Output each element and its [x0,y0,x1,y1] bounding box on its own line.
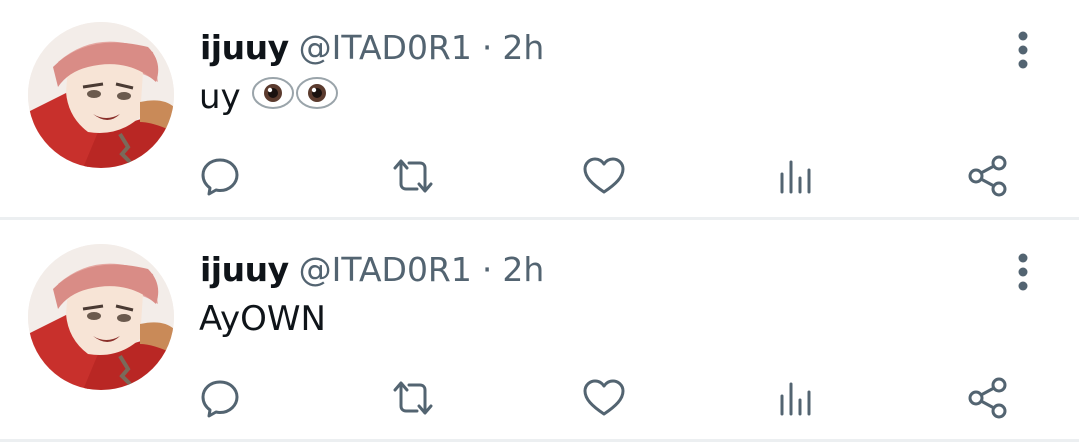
reply-icon[interactable] [196,152,244,200]
share-icon[interactable] [964,374,1012,422]
tweet-header: ijuuy @ITAD0R1 · 2h [200,248,544,292]
tweet-feed: ijuuy @ITAD0R1 · 2h uy ijuuy @ITAD0R1 · … [0,0,1079,445]
like-icon[interactable] [580,374,628,422]
timestamp[interactable]: 2h [502,26,544,70]
tweet-actions [0,152,1079,200]
tweet-text-content: uy [199,77,241,117]
display-name[interactable]: ijuuy [200,26,289,70]
tweet-actions [0,374,1079,422]
avatar[interactable] [28,22,174,168]
share-icon[interactable] [964,152,1012,200]
retweet-icon[interactable] [389,374,437,422]
avatar[interactable] [28,244,174,390]
retweet-icon[interactable] [389,152,437,200]
tweet[interactable]: ijuuy @ITAD0R1 · 2h AyOWN [0,222,1079,442]
tweet-text-content: AyOWN [199,299,326,339]
display-name[interactable]: ijuuy [200,248,289,292]
views-icon[interactable] [772,152,820,200]
timestamp[interactable]: 2h [502,248,544,292]
tweet-header: ijuuy @ITAD0R1 · 2h [200,26,544,70]
separator: · [481,28,493,67]
tweet[interactable]: ijuuy @ITAD0R1 · 2h uy [0,0,1079,220]
reply-icon[interactable] [196,374,244,422]
like-icon[interactable] [580,152,628,200]
tweet-text: AyOWN [199,296,326,342]
more-options-icon[interactable] [1011,252,1035,292]
separator: · [481,250,493,289]
eyes-emoji-icon [251,75,341,123]
tweet-text: uy [199,74,341,123]
user-handle[interactable]: @ITAD0R1 [299,26,472,70]
user-handle[interactable]: @ITAD0R1 [299,248,472,292]
more-options-icon[interactable] [1011,30,1035,70]
views-icon[interactable] [772,374,820,422]
